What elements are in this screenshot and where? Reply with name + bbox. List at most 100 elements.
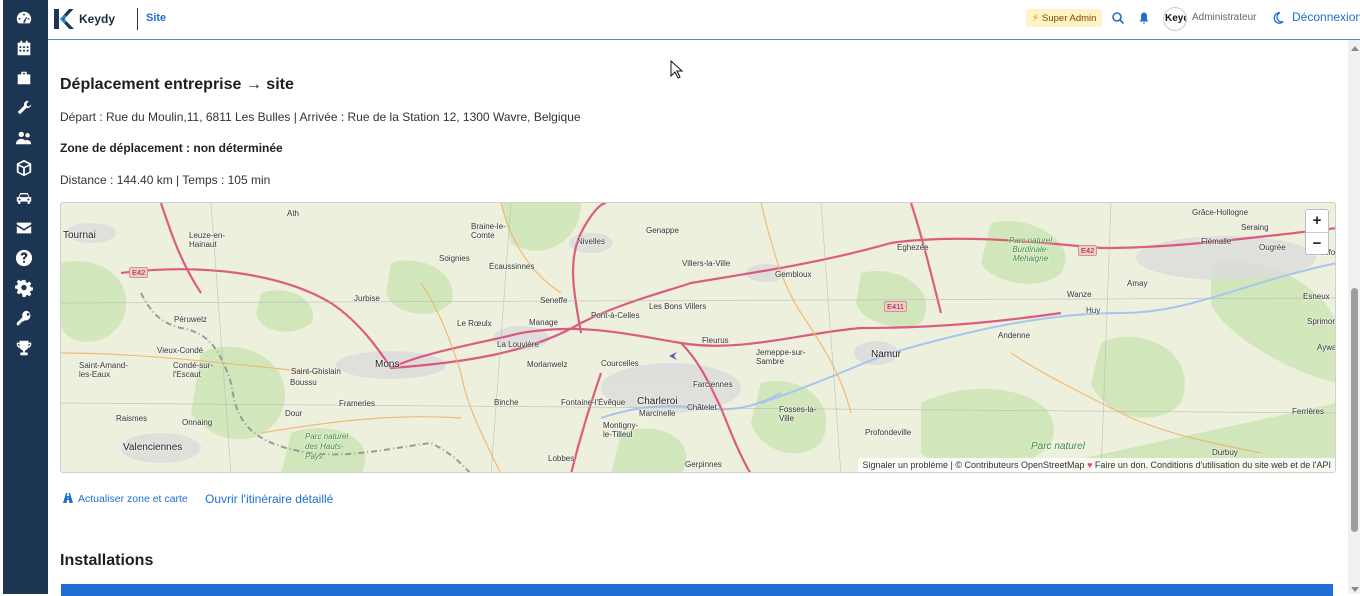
- road-shield-e42-west: E42: [129, 267, 149, 278]
- map-label-genappe: Genappe: [646, 226, 679, 235]
- refresh-zone-button[interactable]: Actualiser zone et carte: [63, 493, 188, 505]
- users-icon: [15, 131, 32, 145]
- map-label-flemalle: Flémalle: [1201, 237, 1232, 246]
- map-label-binche: Binche: [494, 398, 519, 407]
- page-scrollbar[interactable]: [1348, 40, 1360, 594]
- road-shield-e411: E411: [884, 301, 907, 312]
- map-label-farciennes: Farciennes: [693, 380, 733, 389]
- map-label-onnaing: Onnaing: [182, 418, 213, 427]
- car-icon: [16, 193, 32, 204]
- brand-name: Keydy: [79, 12, 116, 26]
- map-label-manage: Manage: [529, 318, 558, 327]
- key-icon: [16, 310, 31, 326]
- scroll-thumb[interactable]: [1351, 288, 1358, 532]
- map-label-namur: Namur: [871, 349, 902, 360]
- map-label-chatelet: Châtelet: [687, 403, 717, 412]
- route-addresses: Départ : Rue du Moulin,11, 6811 Les Bull…: [60, 110, 581, 124]
- map-label-raismes: Raismes: [116, 414, 148, 423]
- map-label-montigny: Montigny- le-Tilleul: [603, 421, 639, 439]
- user-role: Administrateur: [1192, 12, 1257, 23]
- map-label-lobbes: Lobbes: [548, 454, 575, 463]
- wrench-icon: [17, 100, 32, 115]
- sidebar-item-help[interactable]: [14, 248, 34, 268]
- scroll-down-arrow[interactable]: [1351, 587, 1359, 592]
- map-label-gerpinnes: Gerpinnes: [685, 460, 722, 469]
- map-label-ath: Ath: [287, 209, 300, 218]
- zoom-in-button[interactable]: +: [1306, 210, 1328, 232]
- bell-icon: [1139, 12, 1149, 24]
- map-label-fleurus: Fleurus: [702, 336, 729, 345]
- theme-toggle[interactable]: [1271, 11, 1285, 25]
- sidebar-item-stock[interactable]: [14, 158, 34, 178]
- attribution-text[interactable]: Signaler un problème | © Contributeurs O…: [862, 460, 1084, 470]
- map-label-aywaille: Aywa: [1317, 343, 1336, 352]
- attribution-donate[interactable]: Faire un don. Conditions d'utilisation d…: [1095, 460, 1331, 470]
- travel-zone: Zone de déplacement : non déterminée: [60, 141, 283, 155]
- map-label-dour: Dour: [285, 409, 303, 418]
- logout-link[interactable]: Déconnexion: [1292, 10, 1360, 24]
- road-shield-e42-east: E42: [1078, 245, 1098, 256]
- map-label-park-burdinale: Parc naturel Burdinale- Mehaigne: [1009, 236, 1053, 263]
- sidebar-item-tools[interactable]: [14, 98, 34, 118]
- map-label-fontaine: Fontaine-l'Évêque: [561, 398, 626, 407]
- map-label-andenne: Andenne: [998, 331, 1031, 340]
- map-label-huy: Huy: [1086, 306, 1101, 315]
- refresh-zone-label: Actualiser zone et carte: [78, 493, 188, 505]
- breadcrumb-site[interactable]: Site: [146, 12, 166, 24]
- map-label-ougree: Ougrée: [1259, 243, 1286, 252]
- settings-icon: [15, 279, 33, 297]
- map-label-marcinelle: Marcinelle: [639, 409, 676, 418]
- briefcase-icon: [17, 71, 31, 85]
- map-label-vieux-conde: Vieux-Condé: [157, 346, 204, 355]
- map-label-seneffe: Seneffe: [540, 296, 568, 305]
- map-label-durbuy: Durbuy: [1212, 448, 1238, 457]
- map-label-frameries: Frameries: [339, 399, 376, 408]
- distance-time: Distance : 144.40 km | Temps : 105 min: [60, 173, 271, 187]
- map-label-boussu: Boussu: [290, 378, 317, 387]
- moon-icon: [1273, 12, 1284, 24]
- map-label-saint-ghislain: Saint-Ghislain: [291, 367, 341, 376]
- map-label-eghezee: Eghezée: [897, 243, 929, 252]
- map-label-seraing: Seraing: [1241, 223, 1269, 232]
- map-label-park-hauts-pays: Parc naturel des Hauts- Pays: [305, 432, 349, 461]
- user-avatar[interactable]: Keydy: [1163, 7, 1187, 31]
- map-label-nivelles: Nivelles: [577, 237, 606, 246]
- topbar-separator: [137, 8, 138, 30]
- keydy-logo[interactable]: [52, 8, 74, 30]
- sidebar-edge: [0, 0, 3, 594]
- map-label-ferrieres: Ferrières: [1292, 407, 1325, 416]
- map-label-jurbise: Jurbise: [354, 294, 380, 303]
- map-label-villers: Villers-la-Ville: [682, 259, 731, 268]
- calendar-icon: [17, 40, 31, 56]
- sidebar-item-keys[interactable]: [14, 308, 34, 328]
- travel-section-title: Déplacement entreprise → site: [60, 76, 294, 93]
- map-label-jemeppe: Jemeppe-sur- Sambre: [756, 348, 806, 366]
- map-label-sprimont: Sprimont: [1307, 317, 1336, 326]
- scroll-up-arrow[interactable]: [1351, 46, 1359, 51]
- open-itinerary-link[interactable]: Ouvrir l'itinéraire détaillé: [205, 492, 333, 506]
- sidebar-item-vehicles[interactable]: [14, 188, 34, 208]
- sidebar-item-messages[interactable]: [14, 218, 34, 238]
- sidebar-item-rewards[interactable]: [14, 338, 34, 358]
- map-label-ecaussinnes: Écaussinnes: [489, 262, 535, 271]
- sidebar-item-settings[interactable]: [14, 278, 34, 298]
- map-label-fosses: Fosses-la- Ville: [779, 405, 817, 423]
- route-map[interactable]: Tournai Leuze-en- Hainaut Ath Braine-le-…: [60, 202, 1336, 473]
- map-label-les-bons-villers: Les Bons Villers: [649, 302, 707, 311]
- map-label-saint-amand: Saint-Amand- les-Eaux: [79, 361, 128, 379]
- map-label-amay: Amay: [1127, 279, 1148, 288]
- road-icon: [63, 493, 73, 503]
- map-tiles: [61, 203, 1335, 472]
- sidebar-item-dashboard[interactable]: [14, 8, 34, 28]
- map-label-morlanwelz: Morlanwelz: [527, 360, 568, 369]
- map-label-wanze: Wanze: [1067, 290, 1092, 299]
- zoom-out-button[interactable]: −: [1306, 232, 1328, 254]
- sidebar-item-calendar[interactable]: [14, 38, 34, 58]
- mail-icon: [16, 222, 32, 234]
- map-label-conde: Condé-sur- l'Escaut: [173, 361, 214, 379]
- map-label-esneux: Esneux: [1303, 292, 1330, 301]
- notifications-button[interactable]: [1137, 11, 1151, 25]
- sidebar-item-projects[interactable]: [14, 68, 34, 88]
- search-button[interactable]: [1111, 11, 1125, 25]
- sidebar-item-users[interactable]: [14, 128, 34, 148]
